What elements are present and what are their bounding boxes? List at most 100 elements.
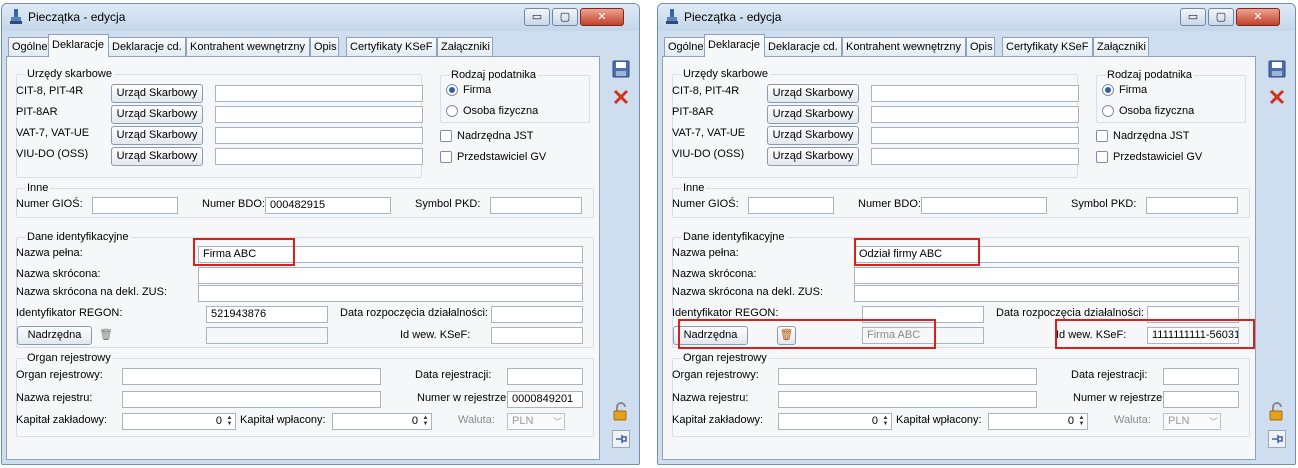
kapital-zakladowy-field[interactable]: 0 ▲ ▼ [778,413,892,430]
organ-rejestrowy-field[interactable] [122,368,381,385]
data-rejestracji-field[interactable] [1163,368,1239,385]
tab-kontrahent-wewnetrzny[interactable]: Kontrahent wewnętrzny [186,37,310,56]
spinner-icon[interactable]: ▲ ▼ [421,415,430,428]
nazwa-skrocona-field[interactable] [854,267,1239,284]
chevron-down-icon: ﹀ [552,417,562,427]
tab-deklaracje-cd[interactable]: Deklaracje cd. [764,37,842,56]
maximize-button[interactable]: ▢ [552,8,578,26]
cancel-icon[interactable] [610,88,632,110]
cancel-icon[interactable] [1266,88,1288,110]
numer-gios-label: Numer GIOŚ: [672,198,739,210]
numer-w-rejestrze-field[interactable]: 0000849201 [507,391,583,408]
minimize-button[interactable]: ▭ [1180,8,1206,26]
urzad-skarbowy-button[interactable]: Urząd Skarbowy [767,105,859,124]
nazwa-zus-field[interactable] [198,285,583,302]
urzad-skarbowy-button[interactable]: Urząd Skarbowy [111,147,203,166]
title-bar[interactable]: Pieczątka - edycja ▭ ▢ ✕ [658,4,1295,31]
pin-icon[interactable] [610,430,632,452]
id-wew-ksef-field[interactable] [491,327,583,344]
numer-w-rejestrze-field[interactable] [1163,391,1239,408]
przedstawiciel-gv-checkbox[interactable] [440,151,452,163]
save-icon[interactable] [610,60,632,82]
firma-radio[interactable] [446,84,458,96]
nadrzedna-button[interactable]: Nadrzędna [17,326,92,345]
kapital-wplacony-field[interactable]: 0 ▲ ▼ [988,413,1088,430]
przedstawiciel-gv-checkbox[interactable] [1096,151,1108,163]
data-rejestracji-field[interactable] [507,368,583,385]
firma-radio[interactable] [1102,84,1114,96]
urzad-skarbowy-field[interactable] [871,106,1079,123]
nazwa-zus-label: Nazwa skrócona na dekl. ZUS: [672,286,824,298]
tab-deklaracje[interactable]: Deklaracje [48,34,109,57]
osoba-fizyczna-radio[interactable] [1102,105,1114,117]
nazwa-rejestru-field[interactable] [122,391,381,408]
padlock-icon[interactable] [610,402,632,424]
tab-opis[interactable]: Opis [310,37,339,56]
kapital-wplacony-label: Kapitał wpłacony: [240,414,326,426]
firma-label: Firma [463,84,492,96]
nadrzedna-jst-checkbox[interactable] [1096,130,1108,142]
numer-bdo-field[interactable] [921,197,1047,214]
group-legend: Urzędy skarbowe [25,68,114,80]
urzad-skarbowy-button[interactable]: Urząd Skarbowy [767,84,859,103]
urzad-skarbowy-button[interactable]: Urząd Skarbowy [111,126,203,145]
nazwa-zus-field[interactable] [854,285,1239,302]
pin-icon[interactable] [1266,430,1288,452]
urzad-skarbowy-field[interactable] [215,85,423,102]
trash-icon[interactable]: 🗑 [99,328,113,342]
group-legend: Organ rejestrowy [25,352,113,364]
tab-ogolne[interactable]: Ogólne [664,37,705,56]
tab-ogolne[interactable]: Ogólne [8,37,49,56]
tab-kontrahent-wewnetrzny[interactable]: Kontrahent wewnętrzny [842,37,966,56]
nazwa-skrocona-field[interactable] [198,267,583,284]
urzad-skarbowy-button[interactable]: Urząd Skarbowy [767,126,859,145]
urzad-skarbowy-button[interactable]: Urząd Skarbowy [111,105,203,124]
organ-rejestrowy-field[interactable] [778,368,1037,385]
urzad-skarbowy-button[interactable]: Urząd Skarbowy [767,147,859,166]
tab-deklaracje[interactable]: Deklaracje [704,34,765,57]
nadrzedna-jst-label: Nadrzędna JST [1113,130,1190,142]
urzad-skarbowy-field[interactable] [215,148,423,165]
urzad-skarbowy-field[interactable] [871,148,1079,165]
symbol-pkd-field[interactable] [490,197,582,214]
numer-bdo-field[interactable]: 000482915 [265,197,391,214]
nazwa-pelna-label: Nazwa pełna: [672,247,739,259]
urzad-skarbowy-button[interactable]: Urząd Skarbowy [111,84,203,103]
close-button[interactable]: ✕ [580,8,624,26]
title-bar[interactable]: Pieczątka - edycja ▭ ▢ ✕ [2,4,639,31]
highlight-box [193,238,295,266]
kapital-wplacony-field[interactable]: 0 ▲ ▼ [332,413,432,430]
maximize-button[interactable]: ▢ [1208,8,1234,26]
tab-deklaracje-cd[interactable]: Deklaracje cd. [108,37,186,56]
tab-zalaczniki[interactable]: Załączniki [1093,37,1149,56]
regon-field[interactable]: 521943876 [206,306,328,323]
spinner-icon[interactable]: ▲ ▼ [225,415,234,428]
save-icon[interactable] [1266,60,1288,82]
minimize-button[interactable]: ▭ [524,8,550,26]
tab-bar: Ogólne Deklaracje Deklaracje cd. Kontrah… [658,34,1295,57]
symbol-pkd-field[interactable] [1146,197,1238,214]
spinner-icon[interactable]: ▲ ▼ [881,415,890,428]
rodzaj-podatnika-group: Rodzaj podatnika Firma Osoba fizyczna [440,69,590,123]
tab-zalaczniki[interactable]: Załączniki [437,37,493,56]
osoba-fizyczna-label: Osoba fizyczna [1119,105,1195,117]
urzad-skarbowy-field[interactable] [215,106,423,123]
kapital-zakladowy-field[interactable]: 0 ▲ ▼ [122,413,236,430]
urzad-skarbowy-field[interactable] [871,127,1079,144]
data-rozpoczecia-field[interactable] [491,306,583,323]
close-button[interactable]: ✕ [1236,8,1280,26]
nazwa-rejestru-field[interactable] [778,391,1037,408]
osoba-fizyczna-radio[interactable] [446,105,458,117]
spinner-icon[interactable]: ▲ ▼ [1077,415,1086,428]
numer-gios-field[interactable] [92,197,178,214]
urzad-skarbowy-field[interactable] [871,85,1079,102]
urzad-skarbowy-field[interactable] [215,127,423,144]
tab-certyfikaty-ksef[interactable]: Certyfikaty KSeF [346,37,437,56]
padlock-icon[interactable] [1266,402,1288,424]
tab-certyfikaty-ksef[interactable]: Certyfikaty KSeF [1002,37,1093,56]
nadrzedna-jst-checkbox[interactable] [440,130,452,142]
numer-gios-field[interactable] [748,197,834,214]
firma-label: Firma [1119,84,1148,96]
tab-opis[interactable]: Opis [966,37,995,56]
kapital-zakladowy-label: Kapitał zakładowy: [16,414,108,426]
